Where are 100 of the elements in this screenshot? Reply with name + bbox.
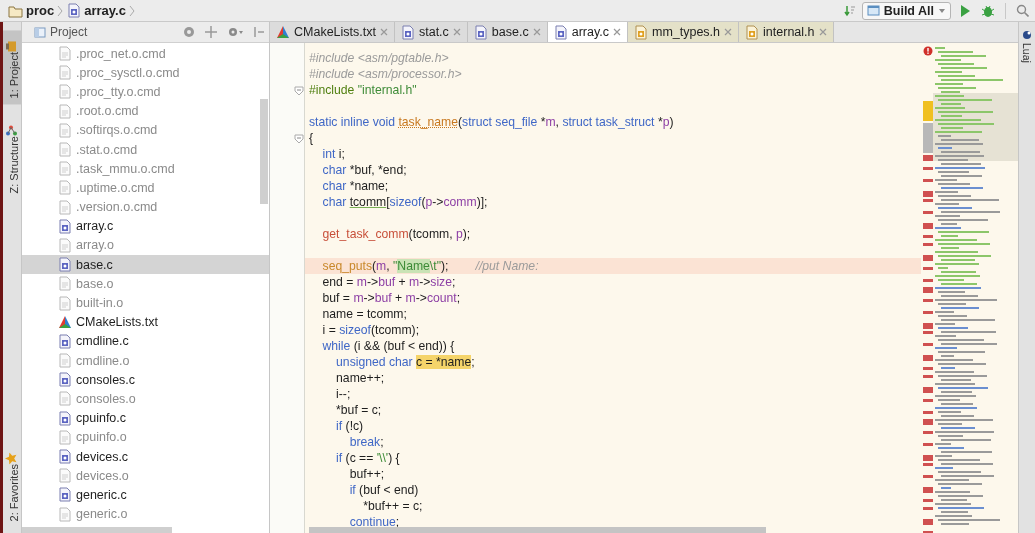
run-icon[interactable] — [959, 3, 971, 18]
caret-icon — [938, 6, 946, 15]
tree-item[interactable]: CMakeLists.txt — [22, 312, 269, 332]
tree-item[interactable]: .proc_tty.o.cmd — [22, 82, 269, 102]
c-file-icon — [58, 372, 72, 388]
tree-item[interactable]: .stat.o.cmd — [22, 139, 269, 160]
code-line: *buf++ = c; — [362, 498, 424, 514]
file-icon — [58, 506, 72, 522]
code-line: #include <asm/pgtable.h> — [308, 50, 450, 66]
tree-item[interactable]: array.o — [22, 235, 269, 256]
target-icon[interactable] — [183, 26, 195, 38]
code-line: #include <asm/processor.h> — [308, 66, 463, 82]
file-icon — [58, 103, 72, 119]
close-icon[interactable] — [818, 28, 827, 36]
file-icon — [58, 84, 72, 100]
header-file-icon — [745, 24, 760, 40]
minimap-drawing[interactable] — [933, 47, 1018, 525]
panel-icon — [34, 26, 46, 38]
editor-tab[interactable]: CMakeLists.txt — [270, 22, 395, 42]
tree-item[interactable]: cpuinfo.c — [22, 408, 269, 428]
breadcrumb-item[interactable]: proc — [26, 3, 55, 18]
c-file-icon — [58, 487, 72, 503]
file-icon — [58, 295, 72, 311]
tree-item[interactable]: cmdline.c — [22, 331, 269, 351]
code-line: i = sizeof(tcomm); — [321, 322, 421, 338]
chevron-icon — [57, 4, 64, 17]
c-file-icon — [553, 24, 568, 40]
file-icon — [58, 237, 72, 253]
editor-tab[interactable]: array.c — [547, 22, 628, 42]
tree-item[interactable]: .proc_net.o.cmd — [22, 44, 269, 64]
code-line: if (buf < end) — [348, 482, 420, 498]
tree-item[interactable]: generic.c — [22, 485, 269, 505]
error-icon[interactable] — [923, 46, 933, 56]
scrollbar[interactable] — [260, 99, 268, 204]
code-line: buf = m->buf + m->count; — [321, 290, 462, 306]
moon-icon[interactable] — [1022, 30, 1032, 40]
sort-icon[interactable] — [843, 4, 856, 17]
close-icon[interactable] — [532, 28, 541, 36]
file-icon — [58, 468, 72, 484]
fold-icon[interactable] — [294, 84, 304, 96]
code-line: end = m->buf + m->size; — [321, 274, 457, 290]
tree-item[interactable]: .root.o.cmd — [22, 101, 269, 121]
panel-title: Project — [50, 25, 88, 39]
tree-item[interactable]: .softirqs.o.cmd — [22, 120, 269, 140]
file-icon — [58, 65, 72, 81]
error-stripe-drawing[interactable] — [923, 101, 933, 533]
code-line: { — [308, 130, 315, 146]
tree-item[interactable]: .proc_sysctl.o.cmd — [22, 63, 269, 83]
code-line: name++; — [335, 370, 386, 386]
crosshair-icon[interactable] — [205, 26, 217, 38]
file-icon — [58, 199, 72, 215]
window-icon — [866, 4, 880, 17]
close-icon[interactable] — [724, 28, 733, 36]
close-icon[interactable] — [379, 28, 388, 36]
scrollbar[interactable] — [22, 527, 172, 533]
tree-item[interactable]: array.c — [22, 216, 269, 236]
tree-item[interactable]: .version.o.cmd — [22, 197, 269, 217]
code-line: i--; — [335, 386, 352, 402]
c-file-icon — [58, 449, 72, 465]
tree-item[interactable]: consoles.c — [22, 370, 269, 390]
tree-item[interactable]: consoles.o — [22, 389, 269, 409]
configuration-dropdown[interactable]: Build All — [861, 1, 951, 20]
breadcrumb-item[interactable]: array.c — [84, 3, 126, 18]
search-icon[interactable] — [1016, 4, 1029, 17]
tree-item[interactable]: devices.o — [22, 466, 269, 486]
c-file-icon — [58, 410, 72, 426]
code-line: get_task_comm(tcomm, p); — [321, 226, 472, 242]
tree-item[interactable]: cmdline.o — [22, 351, 269, 371]
file-icon — [58, 353, 72, 369]
code-line: name = tcomm; — [321, 306, 408, 322]
code-line: if (c == '\\') { — [335, 450, 401, 466]
tool-window-tab[interactable]: 2: Favorites — [3, 441, 21, 527]
chevron-icon — [128, 4, 135, 17]
code-line: *buf = c; — [335, 402, 383, 418]
code-line: static inline void task_name(struct seq_file *m, struct task_struct *p) — [308, 114, 675, 130]
fold-icon[interactable] — [294, 132, 304, 144]
tree-item[interactable]: .uptime.o.cmd — [22, 178, 269, 198]
editor-tab[interactable]: internal.h — [739, 22, 834, 42]
tool-window-tab[interactable]: Z: Structure — [3, 114, 21, 200]
editor-tab[interactable]: stat.c — [394, 22, 468, 42]
triangle-icon — [276, 25, 290, 39]
tree-item[interactable]: built-in.o — [22, 293, 269, 313]
close-icon[interactable] — [612, 28, 621, 36]
tree-item[interactable]: .task_mmu.o.cmd — [22, 159, 269, 179]
scrollbar[interactable] — [309, 527, 766, 533]
file-icon — [58, 122, 72, 138]
tree-item[interactable]: cpuinfo.o — [22, 427, 269, 447]
editor-tab[interactable]: mm_types.h — [627, 22, 740, 42]
bug-icon[interactable] — [981, 3, 995, 18]
editor-tab[interactable]: base.c — [467, 22, 548, 42]
close-icon[interactable] — [452, 28, 461, 36]
tree-item[interactable]: base.c — [22, 255, 269, 275]
gear-icon[interactable] — [227, 26, 243, 38]
tree-item[interactable]: devices.c — [22, 446, 269, 467]
tree-item[interactable]: base.o — [22, 274, 269, 294]
tool-window-tab[interactable]: 1: Project — [3, 30, 21, 105]
c-file-icon — [58, 333, 72, 349]
tool-window-tab[interactable]: Luaj — [1021, 43, 1033, 63]
tree-item[interactable]: generic.o — [22, 504, 269, 524]
file-icon — [58, 161, 72, 177]
